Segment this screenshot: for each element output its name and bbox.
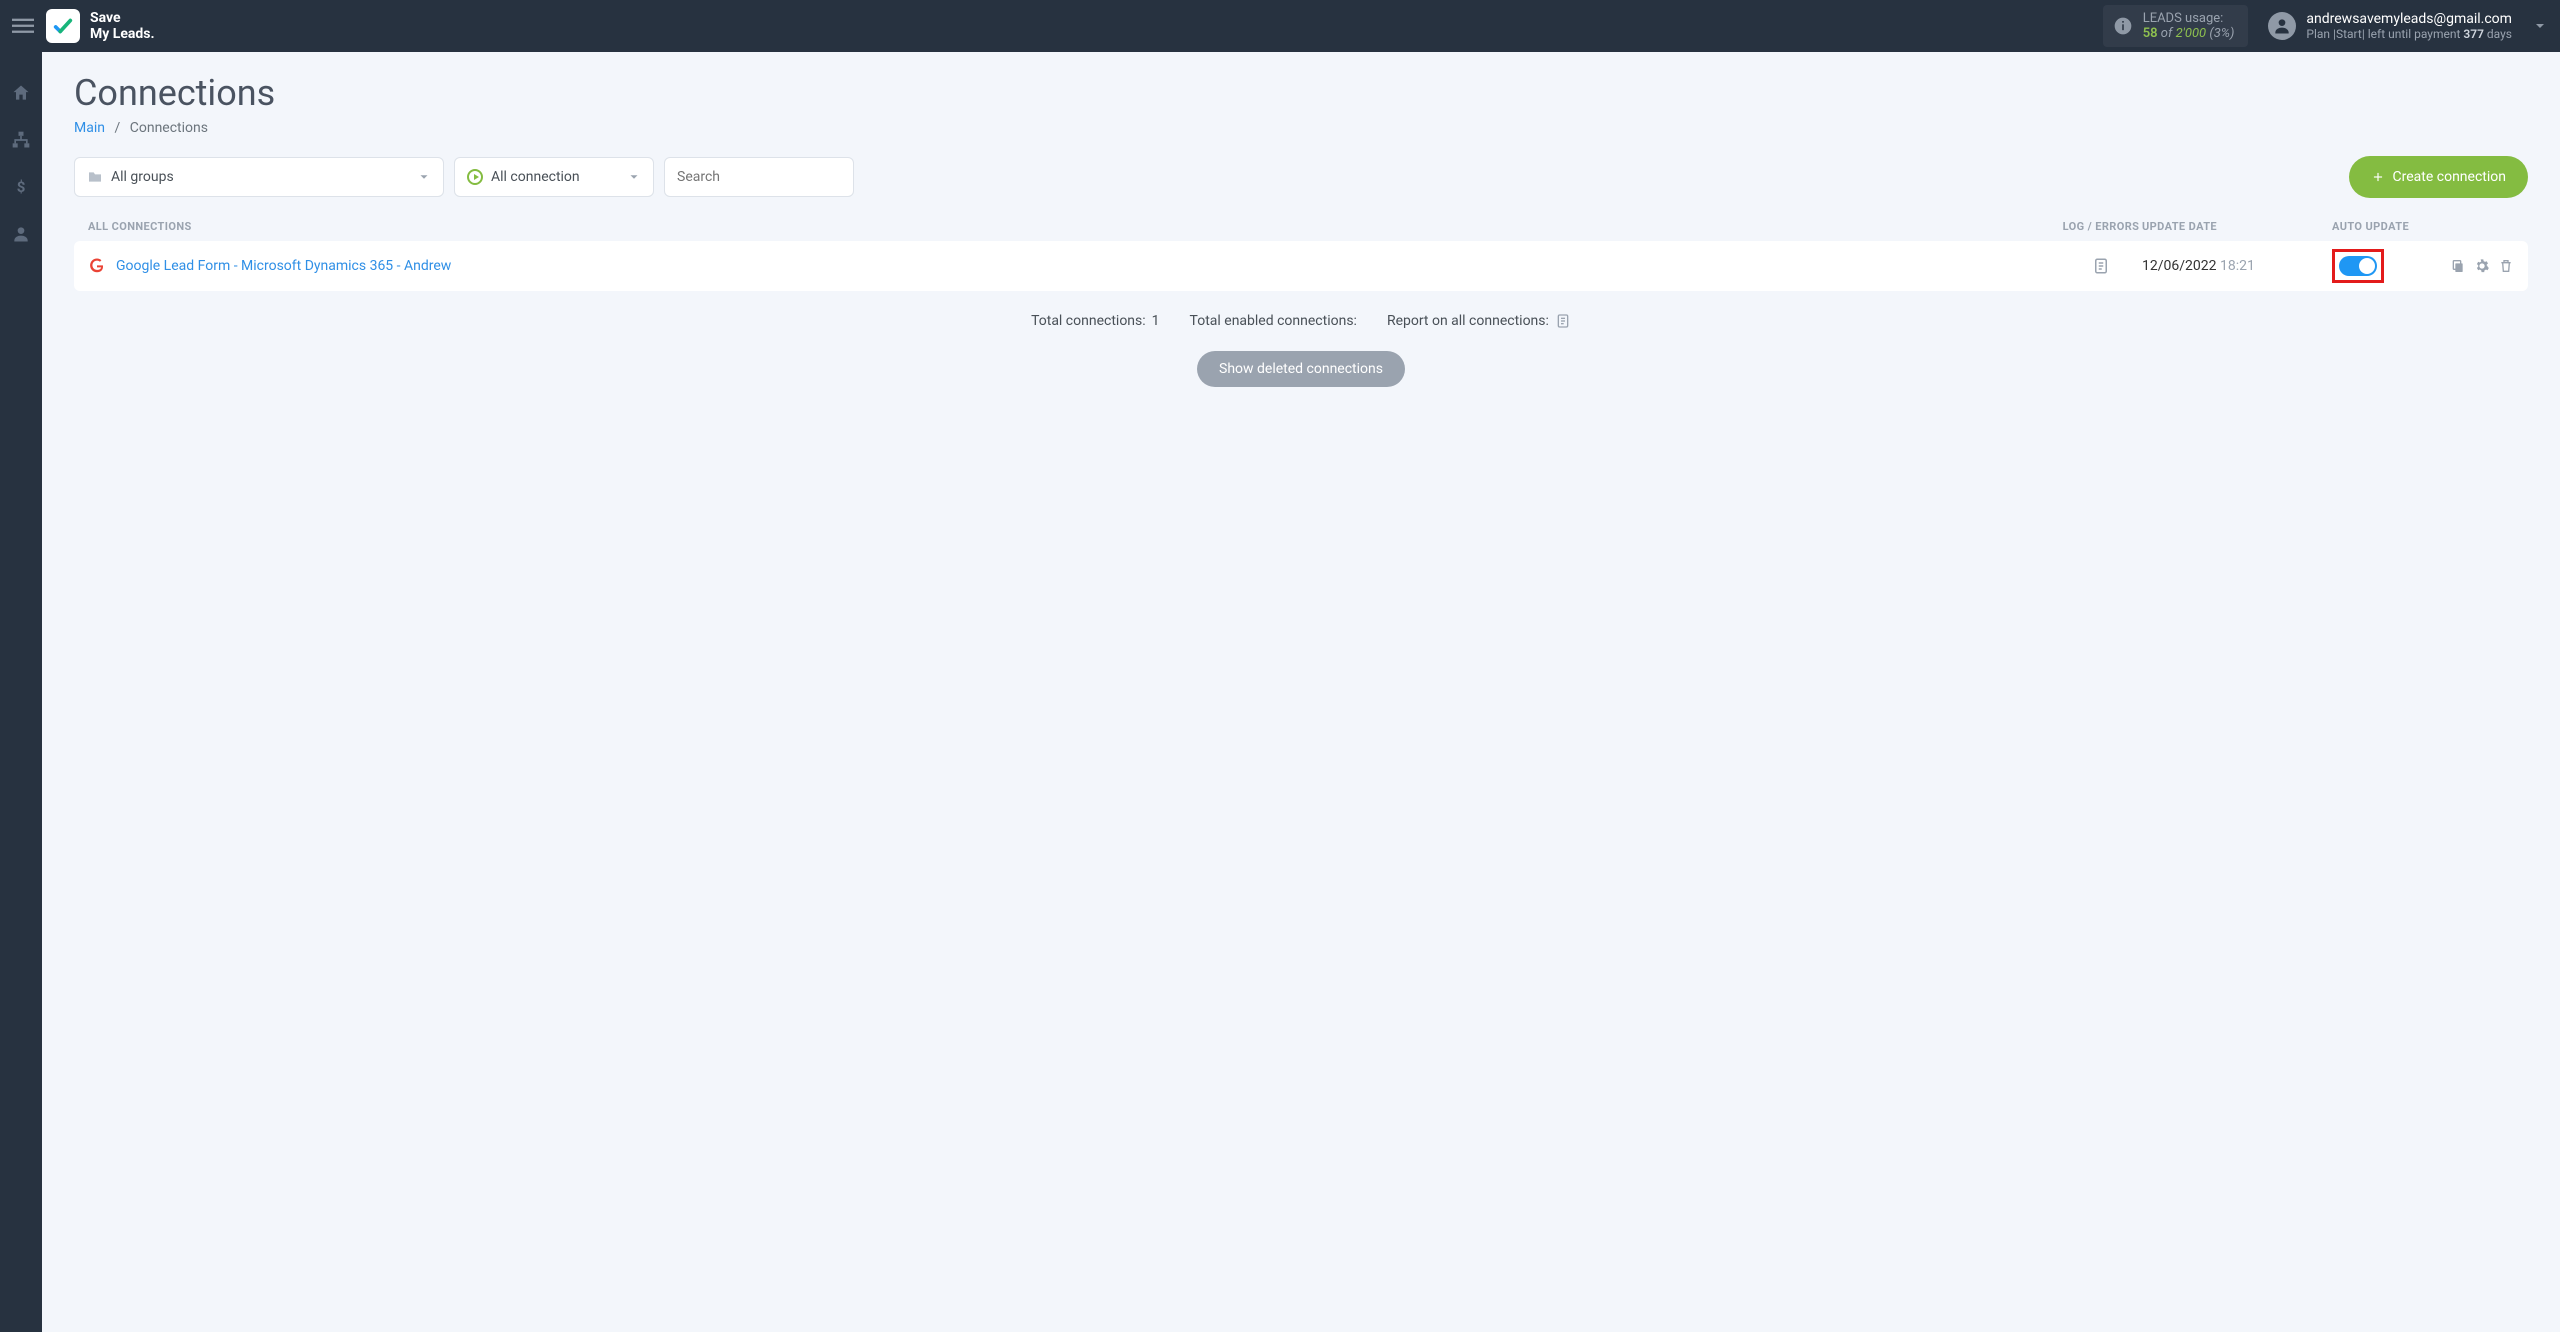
connection-row: Google Lead Form - Microsoft Dynamics 36… bbox=[74, 241, 2528, 291]
report-connections: Report on all connections: bbox=[1387, 313, 1571, 329]
breadcrumb-current: Connections bbox=[130, 120, 208, 136]
avatar-icon bbox=[2268, 12, 2296, 40]
row-actions bbox=[2432, 258, 2514, 274]
th-name: ALL CONNECTIONS bbox=[88, 220, 2060, 233]
total-connections: Total connections: 1 bbox=[1031, 313, 1159, 329]
create-connection-button[interactable]: Create connection bbox=[2349, 156, 2528, 198]
table-headers: ALL CONNECTIONS LOG / ERRORS UPDATE DATE… bbox=[74, 220, 2528, 233]
th-log: LOG / ERRORS bbox=[2060, 220, 2142, 233]
th-auto: AUTO UPDATE bbox=[2332, 220, 2514, 233]
play-circle-icon bbox=[467, 169, 483, 185]
breadcrumb: Main / Connections bbox=[74, 120, 2528, 136]
chevron-down-icon bbox=[627, 170, 641, 184]
connection-name-link[interactable]: Google Lead Form - Microsoft Dynamics 36… bbox=[116, 258, 2060, 274]
account-email: andrewsavemyleads@gmail.com bbox=[2306, 11, 2512, 27]
sitemap-icon[interactable] bbox=[10, 129, 32, 151]
trash-icon[interactable] bbox=[2498, 258, 2514, 274]
page-title: Connections bbox=[74, 72, 2528, 114]
folder-icon bbox=[87, 169, 103, 185]
breadcrumb-main[interactable]: Main bbox=[74, 120, 105, 136]
svg-text:$: $ bbox=[17, 178, 26, 196]
account-menu[interactable]: andrewsavemyleads@gmail.com Plan |Start|… bbox=[2268, 11, 2512, 41]
filter-row: All groups All connection Create connect… bbox=[74, 156, 2528, 198]
copy-icon[interactable] bbox=[2450, 258, 2466, 274]
usage-label: LEADS usage: bbox=[2143, 11, 2235, 26]
highlight-box bbox=[2332, 249, 2384, 283]
main-content: Connections Main / Connections All group… bbox=[42, 52, 2560, 1332]
home-icon[interactable] bbox=[10, 82, 32, 104]
enabled-connections: Total enabled connections: bbox=[1190, 313, 1357, 329]
update-date: 12/06/2022 18:21 bbox=[2142, 258, 2332, 274]
google-icon bbox=[88, 257, 106, 275]
chevron-down-icon[interactable] bbox=[2532, 18, 2548, 34]
usage-values: 58 of 2'000 (3%) bbox=[2143, 26, 2235, 41]
menu-toggle[interactable] bbox=[12, 15, 36, 37]
status-select[interactable]: All connection bbox=[454, 157, 654, 197]
th-date: UPDATE DATE bbox=[2142, 220, 2332, 233]
sidebar: $ bbox=[0, 52, 42, 1332]
usage-widget[interactable]: LEADS usage: 58 of 2'000 (3%) bbox=[2103, 5, 2249, 47]
user-icon[interactable] bbox=[10, 223, 32, 245]
dollar-icon[interactable]: $ bbox=[10, 176, 32, 198]
account-plan: Plan |Start| left until payment 377 days bbox=[2306, 27, 2512, 41]
show-deleted-button[interactable]: Show deleted connections bbox=[1197, 351, 1405, 387]
brand-text: Save My Leads. bbox=[90, 10, 155, 42]
plus-icon bbox=[2371, 170, 2385, 184]
document-icon[interactable] bbox=[1555, 313, 1571, 329]
chevron-down-icon bbox=[417, 170, 431, 184]
summary-row: Total connections: 1 Total enabled conne… bbox=[74, 313, 2528, 329]
search-input[interactable] bbox=[664, 157, 854, 197]
auto-update-toggle[interactable] bbox=[2339, 256, 2377, 276]
groups-select[interactable]: All groups bbox=[74, 157, 444, 197]
logo-mark bbox=[46, 9, 80, 43]
topbar: Save My Leads. LEADS usage: 58 of 2'000 … bbox=[0, 0, 2560, 52]
gear-icon[interactable] bbox=[2474, 258, 2490, 274]
auto-update-cell bbox=[2332, 249, 2432, 283]
brand-logo[interactable]: Save My Leads. bbox=[46, 9, 155, 43]
info-icon bbox=[2113, 16, 2133, 36]
log-button[interactable] bbox=[2060, 257, 2142, 275]
